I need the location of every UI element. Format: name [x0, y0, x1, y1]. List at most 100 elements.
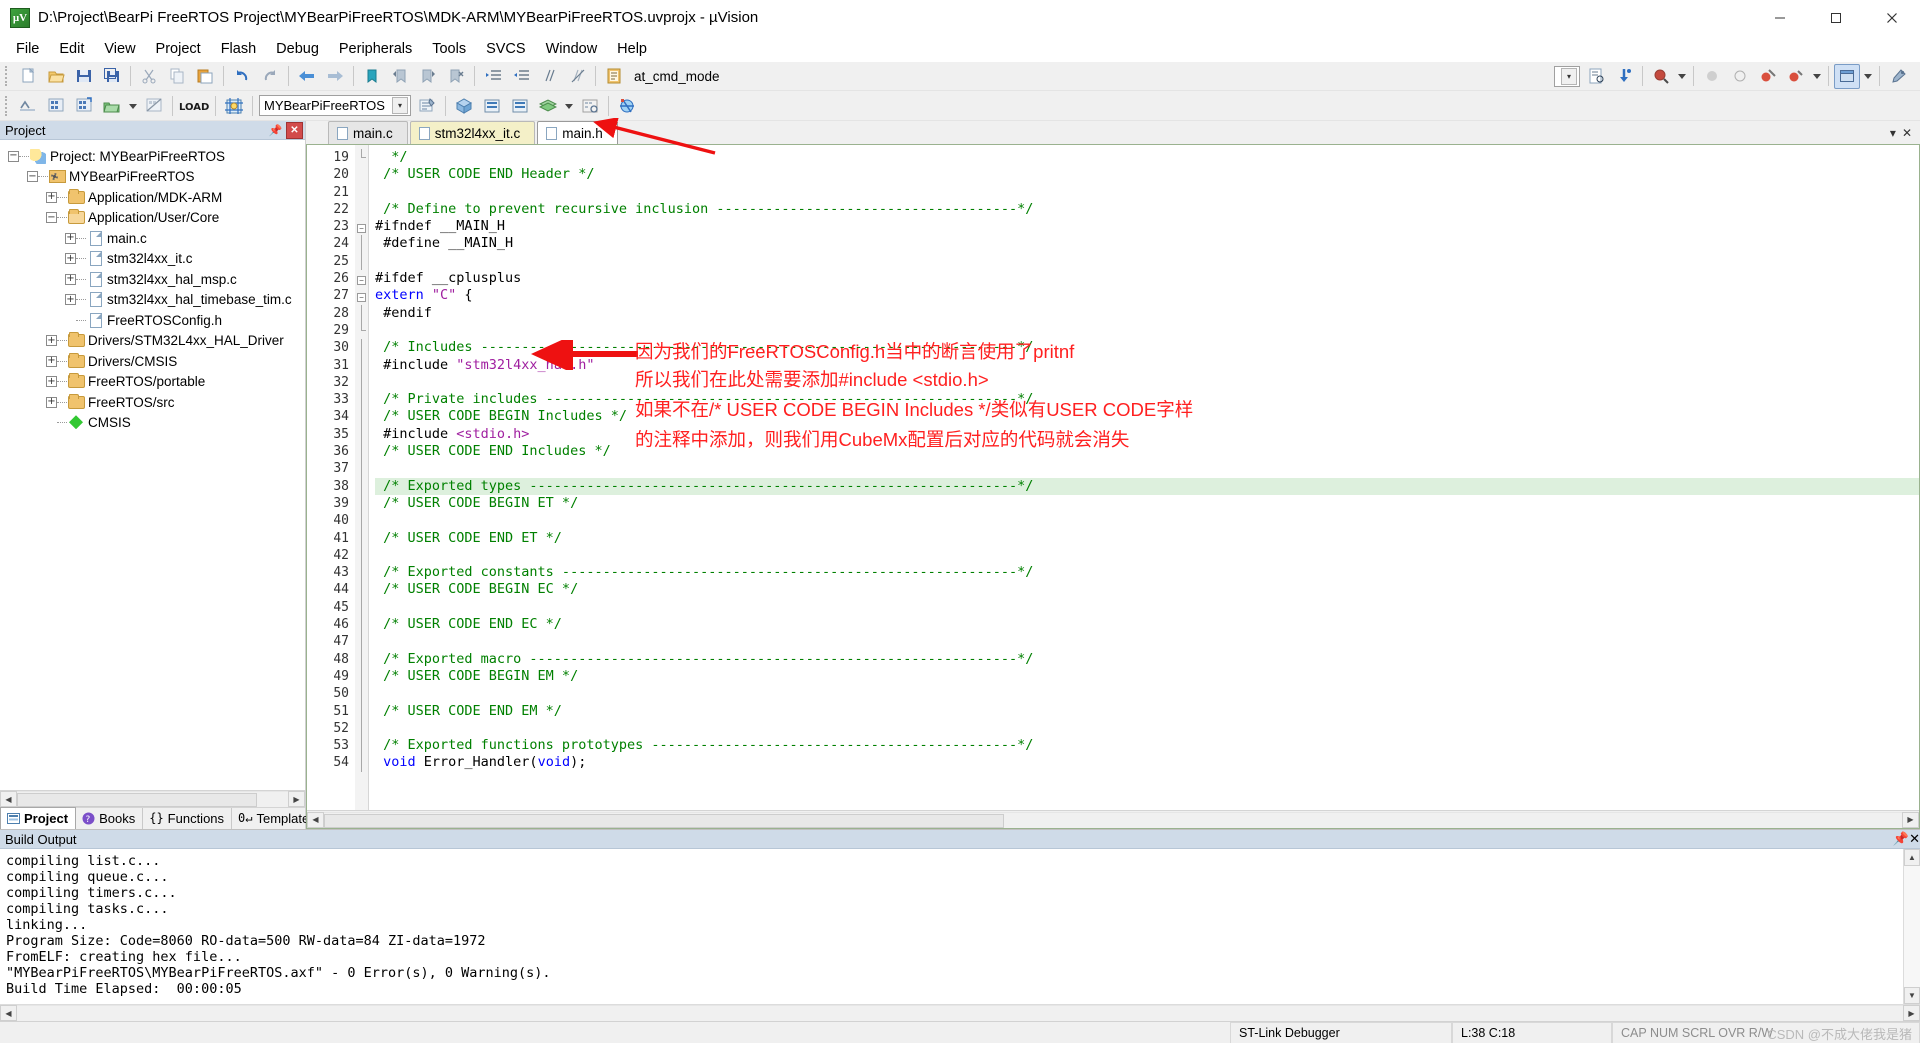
bookmark-list-icon[interactable]	[601, 64, 627, 89]
copy-icon[interactable]	[164, 64, 190, 89]
books-stack-icon[interactable]	[535, 93, 561, 118]
code-line[interactable]: /* USER CODE END EM */	[375, 703, 1919, 720]
layout-dropdown-icon[interactable]	[1862, 64, 1874, 89]
load-icon[interactable]: LOAD	[178, 93, 210, 118]
outdent-icon[interactable]	[508, 64, 534, 89]
new-file-icon[interactable]	[15, 64, 41, 89]
code-line[interactable]: /* USER CODE END Header */	[375, 166, 1919, 183]
paste-icon[interactable]	[192, 64, 218, 89]
fold-marker[interactable]	[355, 201, 368, 218]
build-output-text[interactable]: compiling list.c... compiling queue.c...…	[0, 849, 1903, 1004]
tree-item[interactable]: + Application/MDK-ARM	[0, 187, 305, 208]
code-line[interactable]	[375, 720, 1919, 737]
fold-marker[interactable]	[355, 373, 368, 392]
tree-item[interactable]: + Drivers/CMSIS	[0, 351, 305, 372]
code-line[interactable]	[375, 599, 1919, 616]
fold-marker[interactable]	[355, 564, 368, 582]
code-line[interactable]: /* Exported constants ------------------…	[375, 564, 1919, 581]
expand-icon[interactable]: +	[46, 396, 57, 408]
code-line[interactable]	[375, 253, 1919, 270]
hscroll-thumb[interactable]	[324, 813, 1004, 828]
pin-icon[interactable]: 📌	[267, 122, 284, 139]
manage-project-items-icon[interactable]	[414, 93, 440, 118]
fold-marker[interactable]	[355, 443, 368, 461]
editor-hscrollbar[interactable]: ◀ ▶	[307, 810, 1919, 828]
scroll-down-arrow[interactable]: ▼	[1904, 987, 1920, 1004]
menu-project[interactable]: Project	[146, 38, 211, 60]
fold-marker[interactable]	[355, 581, 368, 599]
build-icon[interactable]	[43, 93, 69, 118]
maximize-button[interactable]	[1808, 0, 1864, 36]
fold-marker[interactable]	[355, 546, 368, 565]
expand-icon[interactable]: +	[65, 273, 76, 285]
breakpoint-clear-icon[interactable]	[1755, 64, 1781, 89]
fold-marker[interactable]	[355, 321, 368, 339]
breakpoint-dropdown-icon[interactable]	[1811, 64, 1823, 89]
code-text[interactable]: */ /* USER CODE END Header */ /* Define …	[369, 145, 1919, 810]
redo-icon[interactable]	[257, 64, 283, 89]
navigate-back-icon[interactable]	[294, 64, 320, 89]
code-line[interactable]: /* Exported types ----------------------…	[375, 477, 1919, 495]
scroll-left-arrow[interactable]: ◀	[0, 1005, 17, 1021]
fold-marker[interactable]	[355, 529, 368, 547]
expand-icon[interactable]: +	[46, 191, 57, 203]
code-line[interactable]	[375, 685, 1919, 702]
fold-marker[interactable]	[355, 633, 368, 651]
start-debug-icon[interactable]	[614, 93, 640, 118]
menu-debug[interactable]: Debug	[266, 38, 329, 60]
expand-icon[interactable]: +	[65, 253, 76, 265]
hscroll-track[interactable]	[17, 1005, 1903, 1021]
navigate-forward-icon[interactable]	[322, 64, 348, 89]
hscroll-track[interactable]	[324, 811, 1902, 828]
code-viewport[interactable]: 19 20 21 22 23 24 25 26 27 28 29 30 31 32 33 34 35 36 37 38…	[307, 145, 1919, 810]
tree-item[interactable]: + FreeRTOS/src	[0, 392, 305, 413]
tree-item[interactable]: + stm32l4xx_it.c	[0, 249, 305, 270]
select-software-packs-icon[interactable]	[507, 93, 533, 118]
bookmark-clear-icon[interactable]	[443, 64, 469, 89]
bookmark-prev-icon[interactable]	[387, 64, 413, 89]
fold-marker[interactable]	[355, 650, 368, 668]
collapse-icon[interactable]: −	[8, 150, 19, 162]
window-layout-icon[interactable]	[1834, 63, 1860, 89]
batch-build-icon[interactable]	[99, 93, 125, 118]
fold-marker[interactable]	[355, 425, 368, 444]
code-line[interactable]: #define __MAIN_H	[375, 235, 1919, 252]
code-line[interactable]: #ifndef __MAIN_H	[375, 218, 1919, 235]
code-line[interactable]: void Error_Handler(void);	[375, 754, 1919, 771]
code-fold-column[interactable]: − − −	[355, 145, 369, 810]
code-line[interactable]: #include <stdio.h>	[375, 426, 1919, 443]
find-in-files-icon[interactable]	[1583, 64, 1609, 89]
expand-icon[interactable]: +	[46, 355, 57, 367]
code-line[interactable]: /* USER CODE BEGIN EM */	[375, 668, 1919, 685]
tree-item[interactable]: + Drivers/STM32L4xx_HAL_Driver	[0, 331, 305, 352]
configure-icon[interactable]	[1885, 64, 1911, 89]
fold-marker[interactable]: −	[355, 287, 368, 304]
editor-tab-main-c[interactable]: main.c	[328, 121, 408, 144]
save-all-icon[interactable]	[99, 64, 125, 89]
tree-item[interactable]: − Application/User/Core	[0, 208, 305, 229]
fold-marker[interactable]	[355, 685, 368, 703]
scroll-right-arrow[interactable]: ▶	[288, 791, 305, 807]
code-line[interactable]: #endif	[375, 305, 1919, 322]
fold-marker[interactable]	[355, 719, 368, 738]
chevron-down-icon[interactable]: ▾	[1561, 67, 1577, 85]
menu-edit[interactable]: Edit	[49, 38, 94, 60]
rebuild-icon[interactable]	[71, 93, 97, 118]
fold-marker[interactable]	[355, 166, 368, 183]
comment-icon[interactable]	[536, 64, 562, 89]
expand-icon[interactable]: +	[46, 335, 57, 347]
manage-rte-icon[interactable]	[479, 93, 505, 118]
fold-marker[interactable]	[355, 512, 368, 530]
cut-icon[interactable]	[136, 64, 162, 89]
menu-peripherals[interactable]: Peripherals	[329, 38, 422, 60]
editor-tab-stm32l4xx-it-c[interactable]: stm32l4xx_it.c	[409, 121, 536, 144]
menu-view[interactable]: View	[94, 38, 145, 60]
code-line[interactable]: #include "stm32l4xx_hal.h"	[375, 357, 1919, 374]
scroll-right-arrow[interactable]: ▶	[1902, 811, 1919, 828]
expand-icon[interactable]: +	[65, 232, 76, 244]
breakpoint-enable-icon[interactable]	[1783, 64, 1809, 89]
code-line[interactable]: /* Define to prevent recursive inclusion…	[375, 201, 1919, 218]
open-file-icon[interactable]	[43, 64, 69, 89]
close-button[interactable]	[1864, 0, 1920, 36]
tree-item[interactable]: CMSIS	[0, 413, 305, 434]
